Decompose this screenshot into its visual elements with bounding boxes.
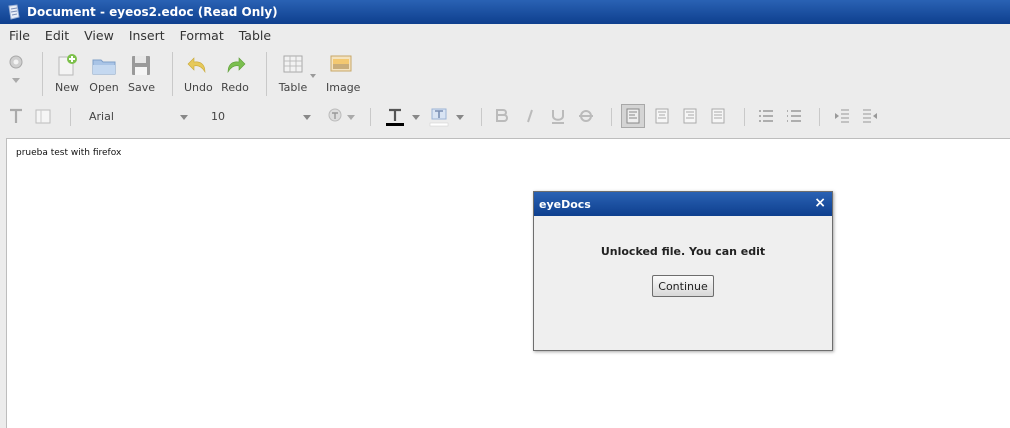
document-editor[interactable]: prueba test with firefox: [6, 138, 1010, 428]
menubar: File Edit View Insert Format Table: [0, 24, 1010, 46]
new-button[interactable]: New: [54, 52, 80, 94]
outdent-button[interactable]: [861, 107, 879, 129]
menu-format[interactable]: Format: [174, 28, 230, 43]
redo-icon: [227, 57, 246, 74]
text-frame-button[interactable]: [34, 107, 52, 129]
toolbar-divider: [266, 52, 267, 96]
dialog-message: Unlocked file. You can edit: [600, 245, 766, 258]
numbered-list-button[interactable]: [757, 107, 775, 129]
new-document-icon: [58, 54, 77, 76]
undo-icon: [187, 57, 206, 74]
strikethrough-button[interactable]: [577, 107, 595, 129]
font-size-select[interactable]: 10: [211, 110, 225, 123]
align-left-icon: [626, 108, 640, 124]
highlight-color-icon: [429, 108, 449, 127]
window-title: Document - eyeos2.edoc (Read Only): [27, 5, 278, 19]
chevron-down-icon[interactable]: [180, 115, 188, 120]
align-left-button[interactable]: [621, 104, 645, 128]
window-titlebar: Document - eyeos2.edoc (Read Only): [0, 0, 1010, 24]
redo-label: Redo: [221, 81, 249, 94]
floppy-disk-icon: [132, 56, 150, 75]
underline-icon: [552, 110, 564, 124]
format-divider: [370, 108, 371, 126]
text-style-button[interactable]: [8, 107, 24, 129]
settings-button[interactable]: [6, 52, 26, 83]
strikethrough-icon: [579, 110, 593, 122]
unlock-dialog: eyeDocs × Unlocked file. You can edit Co…: [533, 191, 833, 351]
highlight-color-button[interactable]: [429, 107, 449, 131]
undo-button[interactable]: Undo: [184, 52, 213, 94]
dialog-titlebar: eyeDocs ×: [534, 192, 832, 216]
save-button[interactable]: Save: [128, 52, 156, 94]
table-label: Table: [278, 81, 308, 94]
outdent-icon: [863, 109, 877, 123]
align-center-button[interactable]: [653, 107, 671, 129]
italic-icon: [527, 109, 533, 123]
align-justify-button[interactable]: [709, 107, 727, 129]
format-divider: [611, 108, 612, 126]
main-toolbar: New Open Save Undo Redo Table Image: [0, 46, 1010, 102]
text-effect-icon: [328, 108, 342, 122]
indent-icon: [835, 109, 849, 123]
format-toolbar: Arial 10: [0, 104, 1010, 130]
numbered-list-icon: [759, 110, 773, 122]
toolbar-divider: [172, 52, 173, 96]
frame-icon: [35, 109, 51, 124]
format-divider: [744, 108, 745, 126]
image-icon: [330, 55, 352, 72]
align-center-icon: [655, 108, 669, 124]
folder-open-icon: [92, 59, 116, 75]
align-right-button[interactable]: [681, 107, 699, 129]
gear-icon: [9, 55, 23, 69]
toolbar-divider: [42, 52, 43, 96]
menu-insert[interactable]: Insert: [123, 28, 171, 43]
image-label: Image: [326, 81, 361, 94]
align-justify-icon: [711, 108, 725, 124]
bold-icon: [496, 109, 508, 122]
bullet-list-button[interactable]: [785, 107, 803, 129]
table-icon: [283, 55, 303, 73]
indent-button[interactable]: [833, 107, 851, 129]
chevron-down-icon[interactable]: [456, 115, 464, 120]
dialog-title: eyeDocs: [539, 197, 591, 211]
redo-button[interactable]: Redo: [221, 52, 249, 94]
bold-button[interactable]: [493, 107, 511, 129]
menu-view[interactable]: View: [78, 28, 120, 43]
image-button[interactable]: Image: [326, 52, 361, 94]
open-button[interactable]: Open: [89, 52, 119, 94]
table-button[interactable]: Table: [278, 52, 316, 94]
open-label: Open: [89, 81, 119, 94]
save-label: Save: [128, 81, 156, 94]
menu-edit[interactable]: Edit: [39, 28, 75, 43]
format-divider: [481, 108, 482, 126]
underline-button[interactable]: [549, 107, 567, 129]
font-family-select[interactable]: Arial: [89, 110, 114, 123]
chevron-down-icon[interactable]: [303, 115, 311, 120]
font-color-icon: [386, 108, 404, 126]
chevron-down-icon: [12, 78, 20, 83]
italic-button[interactable]: [521, 107, 539, 129]
undo-label: Undo: [184, 81, 213, 94]
document-text[interactable]: prueba test with firefox: [16, 148, 121, 158]
close-icon[interactable]: ×: [814, 195, 826, 211]
font-color-button[interactable]: [385, 107, 405, 131]
chevron-down-icon[interactable]: [347, 115, 355, 120]
text-effects-button[interactable]: [327, 107, 345, 129]
menu-file[interactable]: File: [3, 28, 36, 43]
align-right-icon: [683, 108, 697, 124]
chevron-down-icon[interactable]: [412, 115, 420, 120]
menu-table[interactable]: Table: [233, 28, 277, 43]
bullet-list-icon: [787, 110, 801, 122]
chevron-down-icon: [310, 74, 316, 78]
document-app-icon: [8, 4, 20, 20]
continue-button[interactable]: Continue: [652, 275, 714, 297]
format-divider: [70, 108, 71, 126]
new-label: New: [55, 81, 79, 94]
text-t-icon: [10, 108, 22, 123]
format-divider: [819, 108, 820, 126]
